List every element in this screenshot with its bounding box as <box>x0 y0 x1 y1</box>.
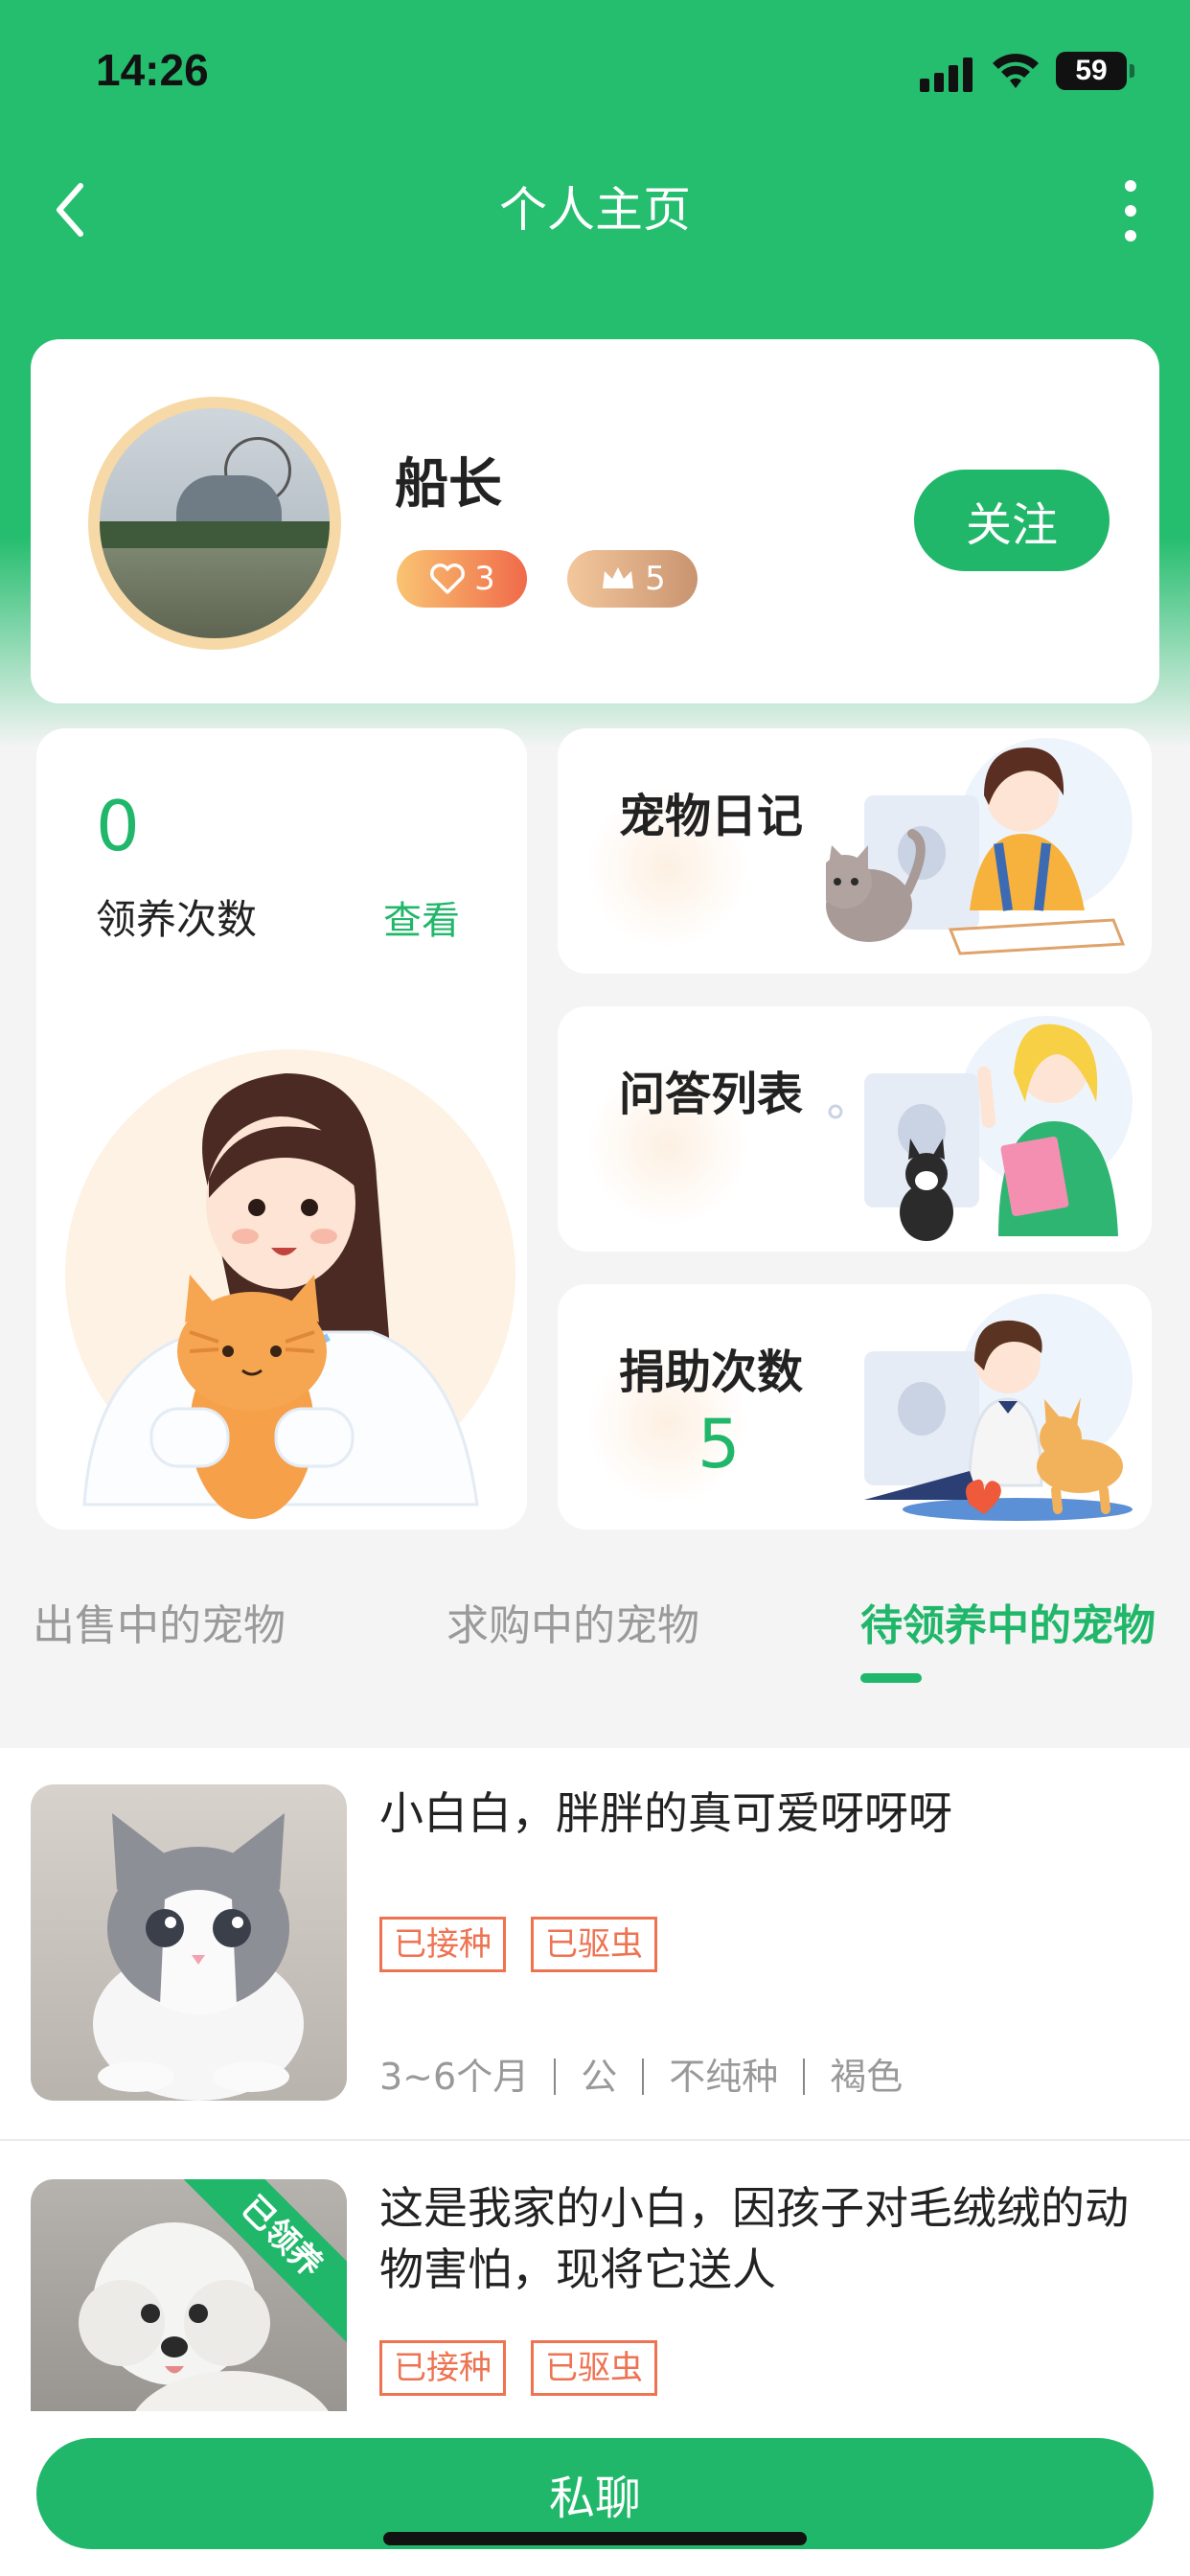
vaccinated-tag: 已接种 <box>379 2340 506 2396</box>
adopt-count-card[interactable]: 0 领养次数 查看 <box>36 728 527 1530</box>
bottom-action-bar: 私聊 <box>0 2411 1190 2576</box>
avatar[interactable] <box>88 397 341 650</box>
battery-icon: 59 <box>1056 52 1134 90</box>
crown-icon <box>603 567 634 588</box>
donation-count-title: 捐助次数 <box>619 1346 804 1399</box>
pet-title: 小白白，胖胖的真可爱呀呀呀 <box>379 1787 952 1839</box>
follow-button[interactable]: 关注 <box>914 470 1110 571</box>
pet-age: 3~6个月 <box>379 2056 530 2098</box>
tab-buying-pets[interactable]: 求购中的宠物 <box>446 1591 699 1652</box>
list-item[interactable]: 小白白，胖胖的真可爱呀呀呀 已接种 已驱虫 3~6个月 公 不纯种 褐色 <box>0 1748 1190 2141</box>
heart-hand-icon <box>430 564 466 594</box>
tab-adoption-pets[interactable]: 待领养中的宠物 <box>860 1591 1156 1652</box>
pet-photo <box>31 1784 347 2101</box>
home-indicator <box>383 2532 807 2545</box>
dewormed-tag: 已驱虫 <box>531 1917 657 1972</box>
more-options-icon[interactable] <box>1111 172 1150 249</box>
donation-count-card[interactable]: 捐助次数 5 <box>558 1284 1152 1530</box>
view-adopt-link[interactable]: 查看 <box>383 889 460 945</box>
pet-breed: 不纯种 <box>669 2056 779 2098</box>
girl-writing-diary-illustration <box>826 738 1133 955</box>
pet-category-tabs: 出售中的宠物 求购中的宠物 待领养中的宠物 <box>0 1572 1190 1683</box>
adopt-count: 0 <box>96 786 140 866</box>
vaccinated-tag: 已接种 <box>379 1917 506 1972</box>
dewormed-tag: 已驱虫 <box>531 2340 657 2396</box>
pet-title: 这是我家的小白，因孩子对毛绒绒的动物害怕，现将它送人 <box>379 2182 1129 2295</box>
page-title: 个人主页 <box>499 182 691 238</box>
wifi-icon <box>993 54 1039 88</box>
user-name: 船长 <box>395 453 502 516</box>
donation-count: 5 <box>698 1405 741 1484</box>
qa-list-card[interactable]: 问答列表 <box>558 1006 1152 1252</box>
tab-selling-pets[interactable]: 出售中的宠物 <box>33 1591 286 1652</box>
girl-with-cat-illustration <box>65 1049 515 1519</box>
girl-with-book-illustration <box>828 1016 1133 1241</box>
pet-meta: 3~6个月 公 不纯种 褐色 <box>379 2047 903 2100</box>
qa-list-title: 问答列表 <box>619 1068 804 1121</box>
profile-card: 船长 3 5 关注 <box>31 339 1159 703</box>
boy-with-dog-illustration <box>864 1294 1133 1521</box>
pet-diary-card[interactable]: 宠物日记 <box>558 728 1152 974</box>
adopt-count-label: 领养次数 <box>96 896 258 943</box>
status-time: 14:26 <box>96 45 209 95</box>
crown-badge-count: 5 <box>645 560 666 598</box>
kitten-image <box>93 1813 304 2101</box>
heart-badge: 3 <box>397 550 527 608</box>
active-tab-indicator <box>860 1673 922 1683</box>
status-bar: 14:26 59 <box>0 0 1190 144</box>
crown-badge: 5 <box>567 550 698 608</box>
pet-gender: 公 <box>581 2056 618 2098</box>
pet-diary-title: 宠物日记 <box>619 790 804 843</box>
heart-badge-count: 3 <box>474 560 495 598</box>
signal-icon <box>920 58 973 92</box>
pet-color: 褐色 <box>830 2056 904 2098</box>
